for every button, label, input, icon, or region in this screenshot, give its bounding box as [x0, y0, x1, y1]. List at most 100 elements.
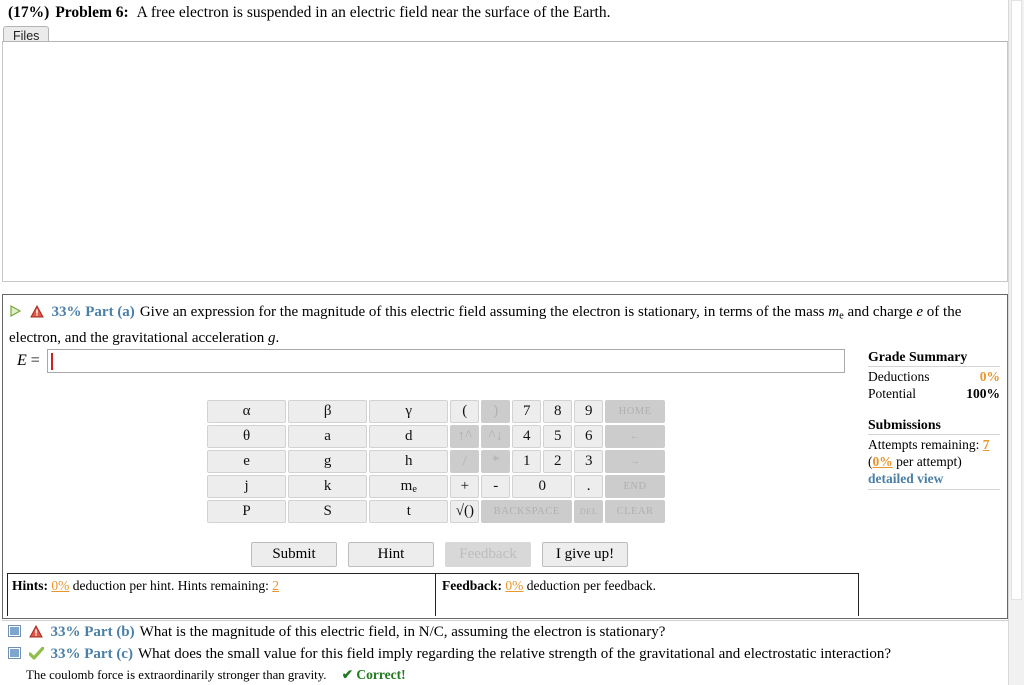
part-b-label[interactable]: 33% Part (b) [51, 624, 135, 640]
math-keypad[interactable]: α β γ() 7 8 9 HOME θ a d ↑^ ^↓ 4 5 6 ← e g h / * 1 2 3 → j k me + -0.… [207, 400, 667, 525]
hints-title: Hints: [12, 578, 49, 593]
keypad-key-6[interactable]: 6 [574, 425, 604, 448]
collapse-box-icon[interactable] [8, 645, 21, 659]
answer-input[interactable] [46, 349, 845, 373]
problem-figure-panel [2, 41, 1008, 282]
keypad-key-a[interactable]: a [288, 425, 368, 448]
keypad-key-8[interactable]: 8 [543, 400, 573, 423]
attempts-row: Attempts remaining: 7 [868, 436, 1000, 453]
part-c-row[interactable]: 33% Part (c) What does the small value fo… [2, 644, 1008, 665]
part-a-label[interactable]: 33% Part (a) [52, 304, 135, 320]
problem-header: (17%) Problem 6: A free electron is suspen… [0, 0, 1008, 24]
text-cursor [51, 353, 53, 370]
expand-arrow-icon[interactable] [9, 302, 22, 318]
page-scrollbar[interactable] [1008, 0, 1024, 685]
keypad-key-s[interactable]: S [288, 500, 368, 523]
warning-triangle-icon [28, 624, 43, 638]
keypad-key-k13: ↑^ [450, 425, 480, 448]
give-up-button[interactable]: I give up! [542, 542, 628, 567]
keypad-key-3[interactable]: 3 [574, 450, 604, 473]
submit-button[interactable]: Submit [251, 542, 337, 567]
keypad-key-p[interactable]: P [207, 500, 287, 523]
keypad-key-e[interactable]: e [207, 450, 287, 473]
submissions-title: Submissions [868, 417, 1000, 435]
problem-statement: A free electron is suspended in an elect… [136, 4, 611, 21]
keypad-key-del: DEL [574, 500, 604, 523]
part-c-text: What does the small value for this field… [137, 646, 892, 662]
deductions-value: 0% [979, 369, 1000, 384]
keypad-key-home: HOME [605, 400, 666, 423]
keypad-key-g[interactable]: g [288, 450, 368, 473]
detailed-view-link[interactable]: detailed view [868, 471, 943, 486]
keypad-key-backspace: BACKSPACE [481, 500, 573, 523]
keypad-key-5[interactable]: 5 [543, 425, 573, 448]
keypad-key-k02[interactable]: γ [369, 400, 449, 423]
keypad-key-clear: CLEAR [605, 500, 665, 523]
warning-triangle-icon [29, 303, 44, 318]
keypad-key-0[interactable]: 0 [512, 475, 573, 498]
keypad-key-k00[interactable]: α [207, 400, 287, 423]
keypad-key-9[interactable]: 9 [574, 400, 604, 423]
part-c-status-badge: ✔ Correct! [341, 667, 406, 682]
part-a-panel: 33% Part (a) Give an expression for the m… [2, 294, 1008, 619]
page-scrollbar-thumb[interactable] [1011, 0, 1022, 600]
keypad-key-d[interactable]: d [369, 425, 449, 448]
hints-remaining-value: 2 [272, 578, 279, 593]
keypad-key-4[interactable]: 4 [512, 425, 542, 448]
keypad-key-k[interactable]: k [288, 475, 368, 498]
attempts-value: 7 [982, 437, 990, 452]
keypad-key-1[interactable]: 1 [512, 450, 542, 473]
keypad-key-k33[interactable]: + [450, 475, 480, 498]
grade-summary: Grade Summary Deductions 0% Potential 10… [868, 349, 1000, 490]
keypad-key-7[interactable]: 7 [512, 400, 542, 423]
part-a-text-2: and charge [843, 304, 917, 320]
per-attempt-percent: 0% [872, 454, 893, 469]
keypad-key-k03[interactable]: ( [450, 400, 480, 423]
part-a-text-4: . [275, 330, 280, 347]
part-c-label[interactable]: 33% Part (c) [51, 646, 133, 662]
potential-label: Potential [868, 386, 916, 401]
part-b-row[interactable]: 33% Part (b) What is the magnitude of thi… [2, 622, 1008, 643]
per-attempt-text: per attempt) [892, 454, 962, 469]
keypad-key-k43[interactable]: √() [450, 500, 480, 523]
keypad-key-k14: ^↓ [481, 425, 511, 448]
parts-divider [2, 620, 1008, 621]
deductions-row: Deductions 0% [868, 368, 1000, 385]
detailed-view-row: detailed view [868, 470, 1000, 487]
keypad-key-end: END [605, 475, 665, 498]
answer-row: E = [3, 349, 863, 373]
keypad-key-k10[interactable]: θ [207, 425, 287, 448]
part-a-mass-symbol: m [828, 304, 840, 320]
keypad-key-k34[interactable]: - [481, 475, 511, 498]
potential-row: Potential 100% [868, 385, 1000, 402]
keypad-key-j[interactable]: j [207, 475, 287, 498]
answer-equals: = [30, 352, 40, 369]
feedback-percent: 0% [505, 578, 524, 593]
keypad-key-k28: → [605, 450, 666, 473]
per-attempt-row: (0% per attempt) [868, 453, 1000, 470]
collapse-box-icon[interactable] [8, 623, 21, 637]
feedback-button: Feedback [445, 542, 531, 567]
part-a-gravity-symbol: g [268, 330, 276, 347]
potential-value: 100% [966, 386, 1000, 401]
feedback-title: Feedback: [442, 578, 502, 593]
part-b-text: What is the magnitude of this electric f… [139, 624, 666, 640]
hint-button[interactable]: Hint [348, 542, 434, 567]
keypad-key-t[interactable]: t [369, 500, 449, 523]
feedback-text: deduction per feedback. [526, 578, 657, 593]
grade-spacer [868, 402, 1000, 417]
part-a-prompt: 33% Part (a) Give an expression for the m… [3, 295, 1007, 349]
keypad-key-k01[interactable]: β [288, 400, 368, 423]
hints-percent: 0% [51, 578, 70, 593]
grade-summary-title: Grade Summary [868, 349, 1000, 367]
part-a-text-1: Give an expression for the magnitude of … [139, 304, 829, 320]
problem-percent: (17%) [8, 4, 50, 21]
keypad-key-k36[interactable]: . [574, 475, 604, 498]
keypad-row: P St √() BACKSPACE DEL CLEAR [207, 500, 667, 523]
keypad-key-k04: ) [481, 400, 511, 423]
keypad-key-me[interactable]: me [369, 475, 449, 498]
hints-text: deduction per hint. Hints remaining: [72, 578, 269, 593]
keypad-key-h[interactable]: h [369, 450, 449, 473]
answer-label: E = [17, 352, 40, 370]
keypad-key-2[interactable]: 2 [543, 450, 573, 473]
